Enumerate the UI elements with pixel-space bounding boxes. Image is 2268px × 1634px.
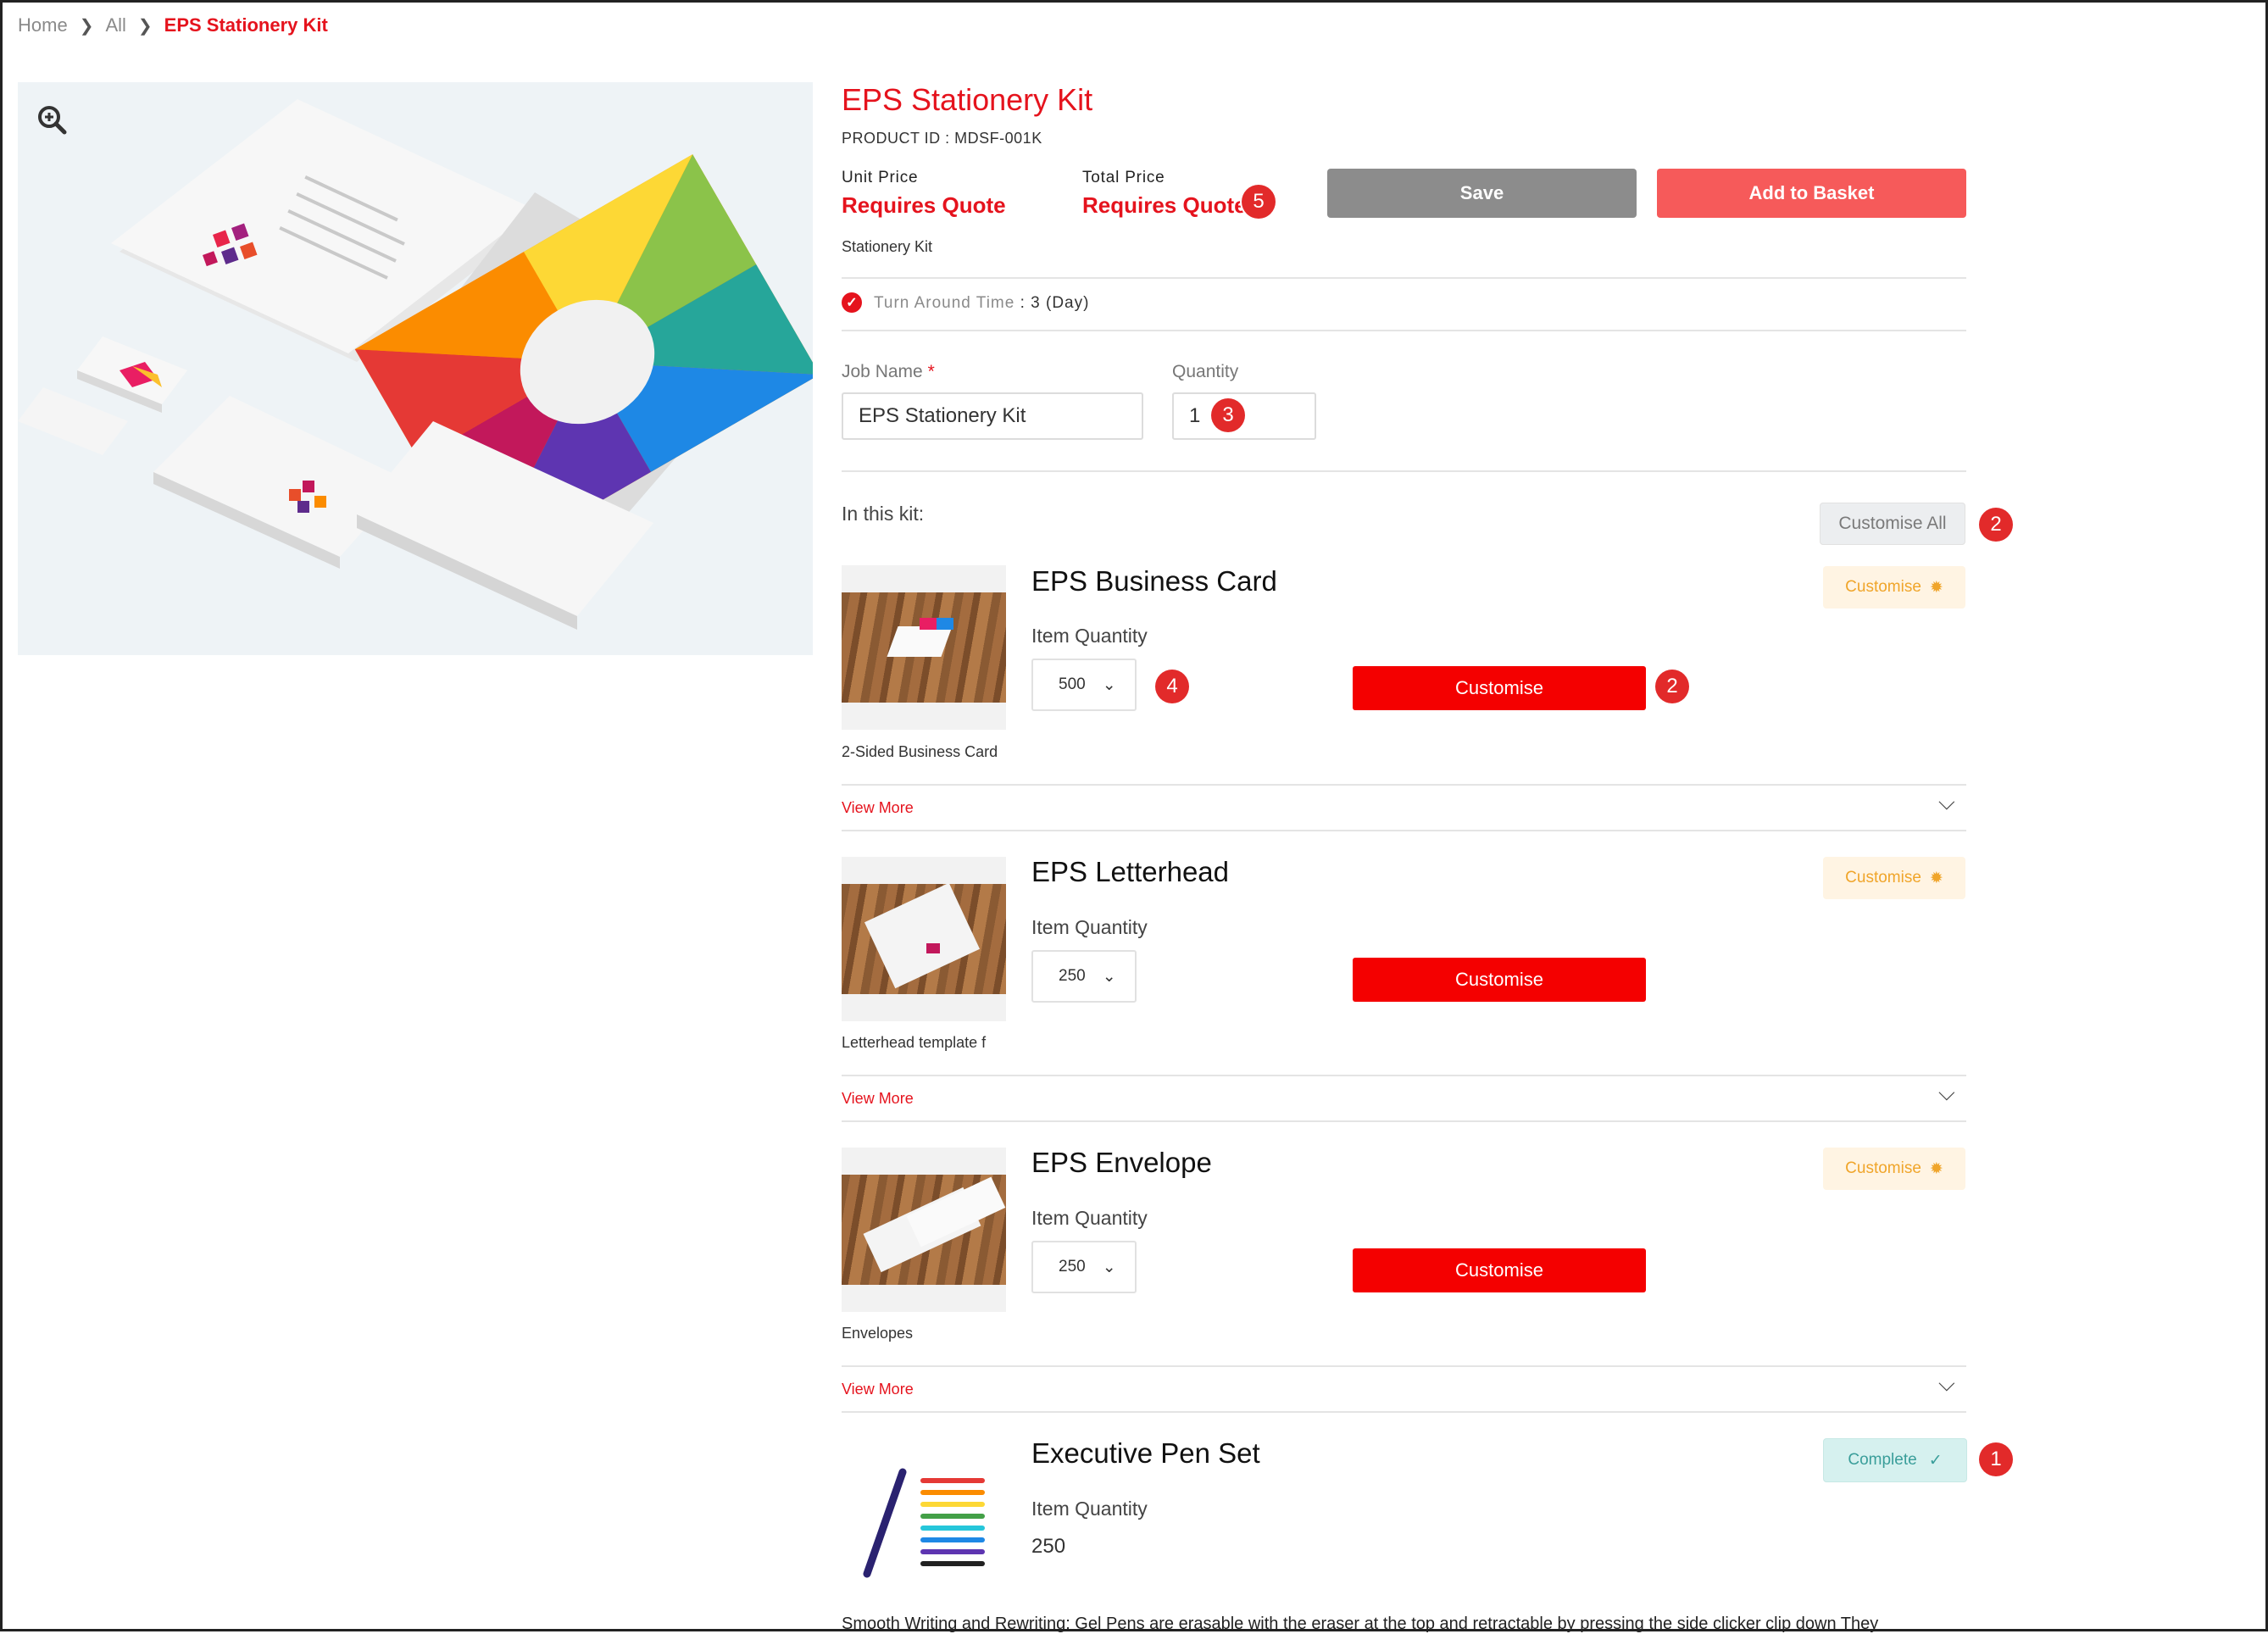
complete-status-button[interactable]: Complete ✓ [1823, 1438, 1967, 1482]
pen-set-thumbnail [842, 1438, 1006, 1603]
kit-item-name: EPS Letterhead [1031, 856, 1229, 887]
chevron-right-icon: ❯ [137, 16, 153, 36]
breadcrumb-home[interactable]: Home [18, 14, 68, 36]
annotation-badge-4: 4 [1155, 670, 1189, 703]
item-quantity-value: 250 [1059, 1258, 1086, 1276]
divider [842, 830, 1966, 831]
view-more-link[interactable]: View More [842, 1090, 914, 1108]
item-quantity-value: 250 [1031, 1535, 1066, 1558]
item-quantity-select[interactable]: 250 ⌄ [1031, 950, 1137, 1003]
business-card-thumbnail [842, 565, 1006, 730]
chevron-down-icon: ⌄ [1102, 1258, 1116, 1276]
view-more-link[interactable]: View More [842, 799, 914, 817]
required-marker: * [927, 362, 935, 381]
complete-label: Complete [1848, 1451, 1917, 1469]
customise-small-button[interactable]: Customise ✹ [1823, 857, 1965, 899]
kit-item-name: Executive Pen Set [1031, 1437, 1260, 1469]
kit-item-name: EPS Envelope [1031, 1147, 1212, 1178]
customise-all-button[interactable]: Customise All [1820, 503, 1965, 545]
item-description: Letterhead template f [842, 1034, 987, 1051]
divider [842, 784, 1966, 786]
product-title: EPS Stationery Kit [842, 82, 1093, 117]
chevron-down-icon: ⌄ [1102, 967, 1116, 986]
item-quantity-select[interactable]: 500 ⌄ [1031, 659, 1137, 711]
gear-icon: ✹ [1929, 1159, 1943, 1178]
unit-price-label: Unit Price [842, 169, 919, 186]
customise-small-button[interactable]: Customise ✹ [1823, 1148, 1965, 1190]
item-quantity-label: Item Quantity [1031, 625, 1148, 647]
item-description: Envelopes [842, 1325, 914, 1342]
checkmark-icon: ✓ [1928, 1451, 1943, 1470]
total-price-label: Total Price [1082, 169, 1165, 186]
customise-small-label: Customise [1845, 869, 1921, 886]
item-description: 2-Sided Business Card [842, 743, 998, 760]
check-circle-icon: ✓ [842, 292, 862, 313]
turnaround-time: Turn Around Time : 3 (Day) [874, 294, 1089, 313]
letterhead-thumbnail [842, 857, 1006, 1021]
add-to-basket-button[interactable]: Add to Basket [1657, 169, 1966, 218]
zoom-in-icon[interactable] [36, 104, 67, 135]
job-name-input[interactable]: EPS Stationery Kit [842, 392, 1143, 440]
unit-price-value: Requires Quote [842, 192, 1006, 218]
total-price-value: Requires Quote [1082, 192, 1247, 218]
customise-small-label: Customise [1845, 578, 1921, 596]
chevron-down-icon: ⌄ [1102, 675, 1116, 694]
chevron-right-icon: ❯ [79, 16, 94, 36]
item-quantity-label: Item Quantity [1031, 916, 1148, 938]
product-image [18, 82, 813, 655]
product-subtitle: Stationery Kit [842, 238, 933, 255]
turnaround-label: Turn Around Time [874, 294, 1015, 312]
kit-label: In this kit: [842, 503, 925, 525]
gear-icon: ✹ [1929, 578, 1943, 597]
item-quantity-value: 500 [1059, 675, 1086, 693]
annotation-badge-1: 1 [1979, 1442, 2013, 1476]
gear-icon: ✹ [1929, 869, 1943, 887]
customise-small-label: Customise [1845, 1159, 1921, 1177]
divider [842, 1120, 1966, 1122]
customise-button[interactable]: Customise [1353, 1248, 1646, 1292]
chevron-down-icon[interactable]: ⌵ [1938, 789, 1955, 816]
job-name-label: Job Name * [842, 362, 935, 382]
divider [842, 1365, 1966, 1367]
divider [842, 1075, 1966, 1076]
breadcrumb-current: EPS Stationery Kit [164, 14, 328, 36]
divider [842, 277, 1966, 279]
item-quantity-value: 250 [1059, 967, 1086, 985]
annotation-badge-5: 5 [1242, 185, 1276, 219]
kit-item-name: EPS Business Card [1031, 565, 1277, 597]
job-name-label-text: Job Name [842, 362, 923, 381]
customise-button[interactable]: Customise [1353, 958, 1646, 1002]
item-quantity-label: Item Quantity [1031, 1207, 1148, 1229]
save-button[interactable]: Save [1327, 169, 1637, 218]
annotation-badge-2: 2 [1979, 508, 2013, 542]
chevron-down-icon[interactable]: ⌵ [1938, 1080, 1955, 1107]
annotation-badge-2: 2 [1655, 670, 1689, 703]
item-quantity-label: Item Quantity [1031, 1498, 1148, 1520]
customise-small-button[interactable]: Customise ✹ [1823, 566, 1965, 609]
divider [842, 1411, 1966, 1413]
product-id: PRODUCT ID : MDSF-001K [842, 130, 1042, 147]
view-more-link[interactable]: View More [842, 1381, 914, 1398]
turnaround-value: : 3 (Day) [1020, 294, 1090, 312]
divider [842, 470, 1966, 472]
customise-button[interactable]: Customise [1353, 666, 1646, 710]
chevron-down-icon[interactable]: ⌵ [1938, 1370, 1955, 1398]
quantity-label: Quantity [1172, 362, 1239, 381]
divider [842, 330, 1966, 331]
envelope-thumbnail [842, 1148, 1006, 1312]
annotation-badge-3: 3 [1211, 398, 1245, 432]
breadcrumb-all[interactable]: All [105, 14, 125, 36]
breadcrumb: Home ❯ All ❯ EPS Stationery Kit [18, 14, 328, 36]
item-quantity-select[interactable]: 250 ⌄ [1031, 1241, 1137, 1293]
